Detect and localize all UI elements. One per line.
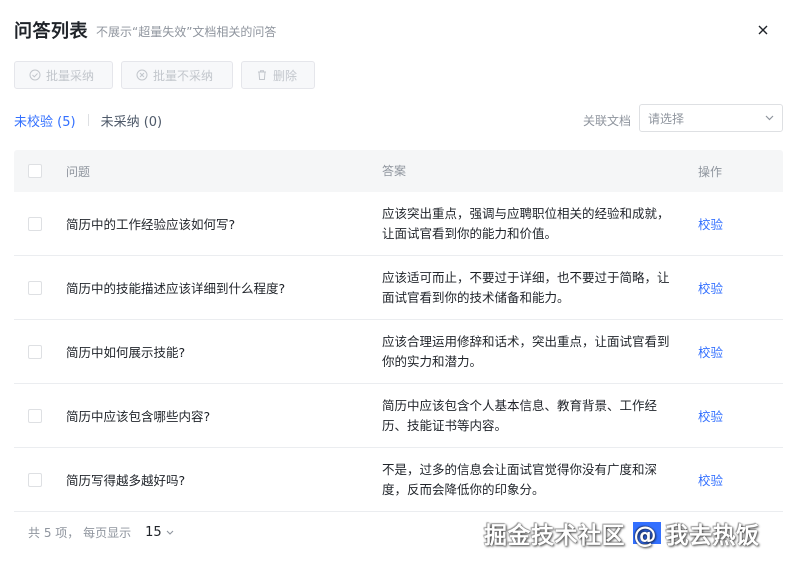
action-cell: 校验 bbox=[698, 278, 783, 297]
trash-icon bbox=[258, 70, 266, 80]
row-checkbox[interactable] bbox=[28, 216, 42, 231]
row-checkbox[interactable] bbox=[28, 472, 42, 487]
chevron-down-icon bbox=[166, 530, 174, 535]
header-question: 问题 bbox=[66, 164, 91, 179]
table-row: 简历中的工作经验应该如何写? 应该突出重点，强调与应聘职位相关的经验和成就，让面… bbox=[14, 192, 783, 256]
header-checkbox-cell bbox=[14, 164, 66, 178]
delete-label: 删除 bbox=[273, 68, 298, 83]
watermark: 掘金技术社区 @ 我去热饭 bbox=[484, 523, 760, 549]
question-cell: 简历中如何展示技能? bbox=[66, 345, 186, 360]
verify-link[interactable]: 校验 bbox=[698, 345, 723, 360]
table-row: 简历中应该包含哪些内容? 简历中应该包含个人基本信息、教育背景、工作经历、技能证… bbox=[14, 384, 783, 448]
answer-cell: 不是，过多的信息会让面试官觉得你没有广度和深度，反而会降低你的印象分。 bbox=[382, 461, 658, 497]
question-cell: 简历中应该包含哪些内容? bbox=[66, 409, 211, 424]
page-size-select[interactable]: 15 bbox=[145, 525, 174, 540]
pagination-summary: 共 5 项， 每页显示 bbox=[28, 526, 132, 540]
related-doc-label: 关联文档 bbox=[582, 113, 631, 128]
qa-table: 问题 答案 操作 简历中的工作经验应该如何写? 应该突出重点，强调与应聘职位相关… bbox=[14, 150, 783, 512]
answer-cell: 应该突出重点，强调与应聘职位相关的经验和成就，让面试官看到你的能力和价值。 bbox=[382, 205, 670, 241]
batch-reject-label: 批量不采纳 bbox=[153, 68, 214, 83]
batch-accept-label: 批量采纳 bbox=[46, 68, 95, 83]
batch-reject-button[interactable]: 批量不采纳 bbox=[121, 61, 233, 89]
row-checkbox[interactable] bbox=[28, 280, 42, 295]
action-cell: 校验 bbox=[698, 406, 783, 425]
verify-link[interactable]: 校验 bbox=[698, 473, 723, 488]
row-checkbox-cell bbox=[14, 344, 66, 359]
action-cell: 校验 bbox=[698, 214, 783, 233]
dialog-subtitle: 不展示“超量失效”文档相关的问答 bbox=[96, 25, 277, 39]
pagination: 共 5 项， 每页显示 15 bbox=[28, 524, 174, 541]
action-cell: 校验 bbox=[698, 342, 783, 361]
question-cell: 简历中的技能描述应该详细到什么程度? bbox=[66, 281, 286, 296]
verify-link[interactable]: 校验 bbox=[698, 409, 723, 424]
check-circle-icon bbox=[29, 69, 41, 81]
row-checkbox-cell bbox=[14, 216, 66, 231]
tab-divider bbox=[87, 114, 89, 126]
header-action: 操作 bbox=[698, 164, 723, 179]
page-size-value: 15 bbox=[145, 525, 162, 540]
header-answer: 答案 bbox=[382, 164, 407, 178]
delete-button[interactable]: 删除 bbox=[241, 61, 315, 89]
row-checkbox-cell bbox=[14, 280, 66, 295]
batch-accept-button[interactable]: 批量采纳 bbox=[14, 61, 113, 89]
question-cell: 简历写得越多越好吗? bbox=[66, 473, 186, 488]
related-doc-select[interactable]: 请选择 bbox=[639, 104, 783, 132]
question-cell: 简历中的工作经验应该如何写? bbox=[66, 217, 236, 232]
action-cell: 校验 bbox=[698, 470, 783, 489]
verify-link[interactable]: 校验 bbox=[698, 281, 723, 296]
close-icon[interactable] bbox=[753, 20, 773, 40]
row-checkbox-cell bbox=[14, 408, 66, 423]
dialog-header: 问答列表 不展示“超量失效”文档相关的问答 bbox=[14, 16, 773, 44]
table-row: 简历中的技能描述应该详细到什么程度? 应该适可而止，不要过于详细，也不要过于简略… bbox=[14, 256, 783, 320]
verify-link[interactable]: 校验 bbox=[698, 217, 723, 232]
select-all-checkbox[interactable] bbox=[28, 164, 42, 178]
related-doc-placeholder: 请选择 bbox=[648, 111, 685, 126]
dialog-title: 问答列表 bbox=[14, 21, 88, 42]
tab-unverified[interactable]: 未校验 (5) bbox=[14, 111, 76, 130]
table-row: 简历中如何展示技能? 应该合理运用修辞和话术，突出重点，让面试官看到你的实力和潜… bbox=[14, 320, 783, 384]
tab-unaccepted[interactable]: 未采纳 (0) bbox=[101, 111, 163, 130]
filter-bar: 未校验 (5) 未采纳 (0) 关联文档 请选择 bbox=[14, 104, 783, 132]
answer-cell: 应该合理运用修辞和话术，突出重点，让面试官看到你的实力和潜力。 bbox=[382, 333, 670, 369]
table-header: 问题 答案 操作 bbox=[14, 150, 783, 192]
toolbar: 批量采纳 批量不采纳 删除 bbox=[14, 61, 315, 89]
row-checkbox[interactable] bbox=[28, 344, 42, 359]
answer-cell: 简历中应该包含个人基本信息、教育背景、工作经历、技能证书等内容。 bbox=[382, 397, 658, 433]
close-circle-icon bbox=[136, 69, 148, 81]
chevron-down-icon bbox=[765, 115, 774, 121]
row-checkbox-cell bbox=[14, 472, 66, 487]
answer-cell: 应该适可而止，不要过于详细，也不要过于简略，让面试官看到你的技术储备和能力。 bbox=[382, 269, 670, 305]
table-row: 简历写得越多越好吗? 不是，过多的信息会让面试官觉得你没有广度和深度，反而会降低… bbox=[14, 448, 783, 512]
row-checkbox[interactable] bbox=[28, 408, 42, 423]
